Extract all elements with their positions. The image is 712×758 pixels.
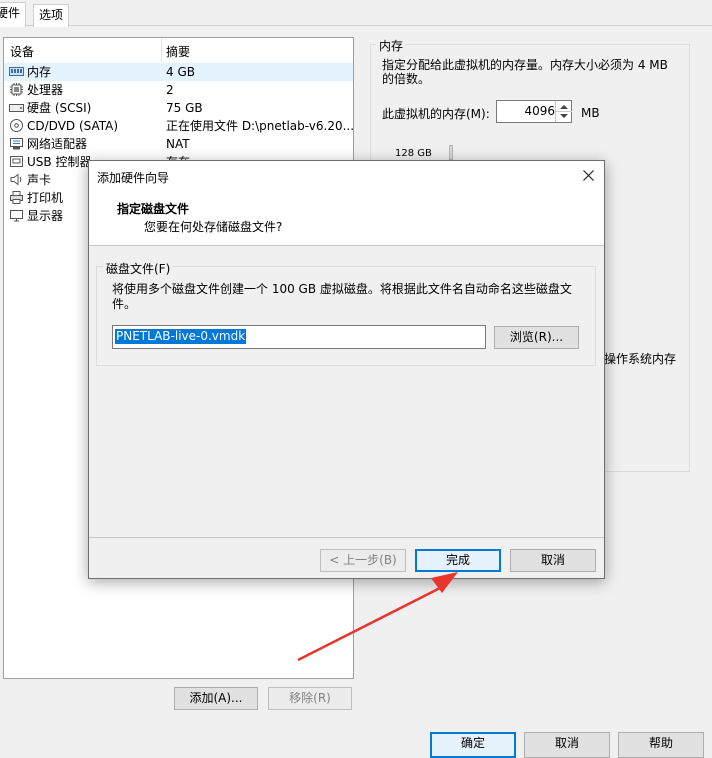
annotation-arrow-icon: [297, 572, 458, 662]
tab-hardware[interactable]: 硬件: [0, 2, 27, 27]
